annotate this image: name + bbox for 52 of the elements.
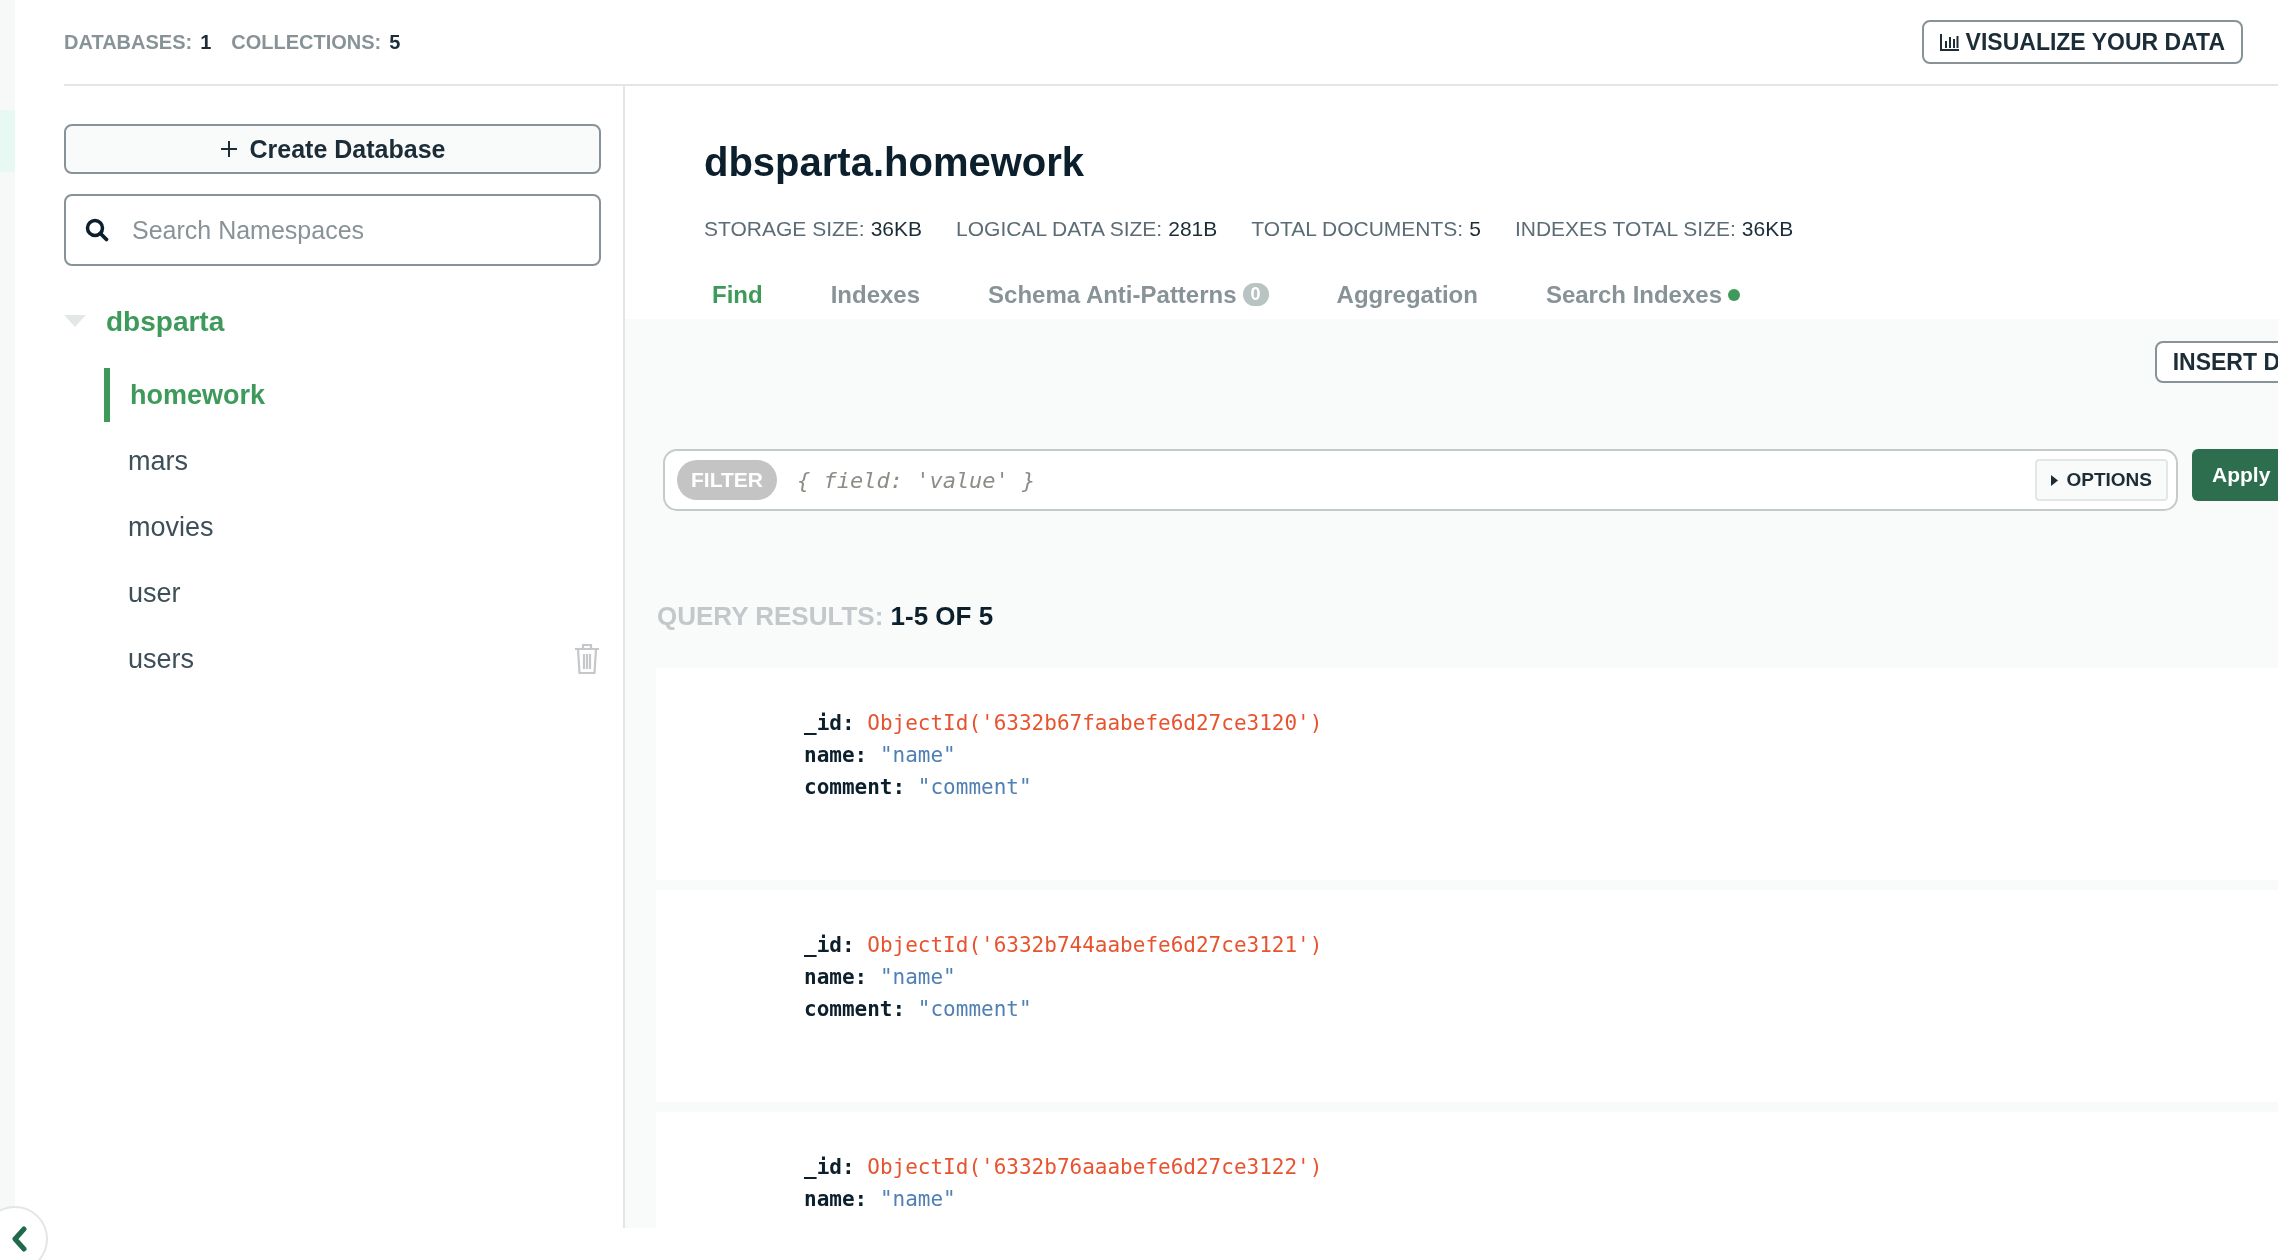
- visualize-data-button[interactable]: VISUALIZE YOUR DATA: [1921, 20, 2243, 64]
- create-database-button[interactable]: Create Database: [64, 124, 601, 174]
- stat-label: LOGICAL DATA SIZE:: [956, 217, 1163, 241]
- collection-item[interactable]: user: [128, 566, 181, 620]
- field-value: "name": [879, 743, 956, 767]
- field-value: ObjectId('6332b744aabefe6d27ce3121'): [867, 933, 1323, 957]
- stat-value: 281B: [1168, 217, 1218, 241]
- field-value: "name": [879, 1187, 956, 1211]
- bar-chart-icon: [1939, 33, 1960, 51]
- stat-value: 36KB: [1741, 217, 1794, 241]
- stat-label: INDEXES TOTAL SIZE:: [1514, 217, 1736, 241]
- apply-button[interactable]: Apply: [2192, 449, 2278, 501]
- caret-icon[interactable]: [64, 315, 86, 329]
- trash-icon[interactable]: [573, 643, 601, 675]
- field-value: "name": [879, 965, 956, 989]
- plus-icon: [219, 140, 238, 158]
- collection-item[interactable]: homework: [104, 368, 266, 422]
- filter-label: FILTER: [677, 460, 777, 500]
- field-value: ObjectId('6332b76aaabefe6d27ce3122'): [867, 1155, 1323, 1179]
- summary-count: 5: [389, 30, 401, 54]
- field-key: name:: [804, 1187, 868, 1211]
- stat-value: 36KB: [870, 217, 923, 241]
- stat-label: TOTAL DOCUMENTS:: [1251, 217, 1464, 241]
- field-key: comment:: [804, 997, 906, 1021]
- options-button[interactable]: OPTIONS: [2035, 459, 2168, 501]
- summary-count: 1: [200, 30, 212, 54]
- chevron-left-icon: [10, 1226, 28, 1252]
- field-key: comment:: [804, 775, 906, 799]
- field-value: ObjectId('6332b67faabefe6d27ce3120'): [867, 711, 1323, 735]
- field-key: name:: [804, 965, 868, 989]
- search-icon: [84, 217, 110, 243]
- summary-label: COLLECTIONS:: [231, 30, 382, 54]
- field-value: "comment": [917, 997, 1032, 1021]
- stat-value: 5: [1469, 217, 1481, 241]
- field-value: "comment": [917, 775, 1032, 799]
- collection-item[interactable]: mars: [128, 434, 188, 488]
- count-badge: 0: [1242, 283, 1269, 306]
- collection-item[interactable]: users: [128, 632, 195, 686]
- collection-title: dbsparta.homework: [704, 139, 1086, 186]
- field-key: _id:: [804, 1155, 855, 1179]
- field-key: _id:: [804, 711, 855, 735]
- filter-field[interactable]: FILTER { field: 'value' } OPTIONS: [663, 449, 2178, 511]
- tab[interactable]: Find: [712, 280, 763, 309]
- field-key: name:: [804, 743, 868, 767]
- stat-label: STORAGE SIZE:: [704, 217, 865, 241]
- collection-item[interactable]: movies: [128, 500, 214, 554]
- search-field[interactable]: Search Namespaces: [64, 194, 601, 266]
- results-range: 1-5 OF 5: [890, 601, 994, 631]
- database-item[interactable]: dbsparta: [106, 306, 225, 338]
- caret-icon: [2051, 474, 2059, 486]
- summary-label: DATABASES:: [64, 30, 193, 54]
- field-key: _id:: [804, 933, 855, 957]
